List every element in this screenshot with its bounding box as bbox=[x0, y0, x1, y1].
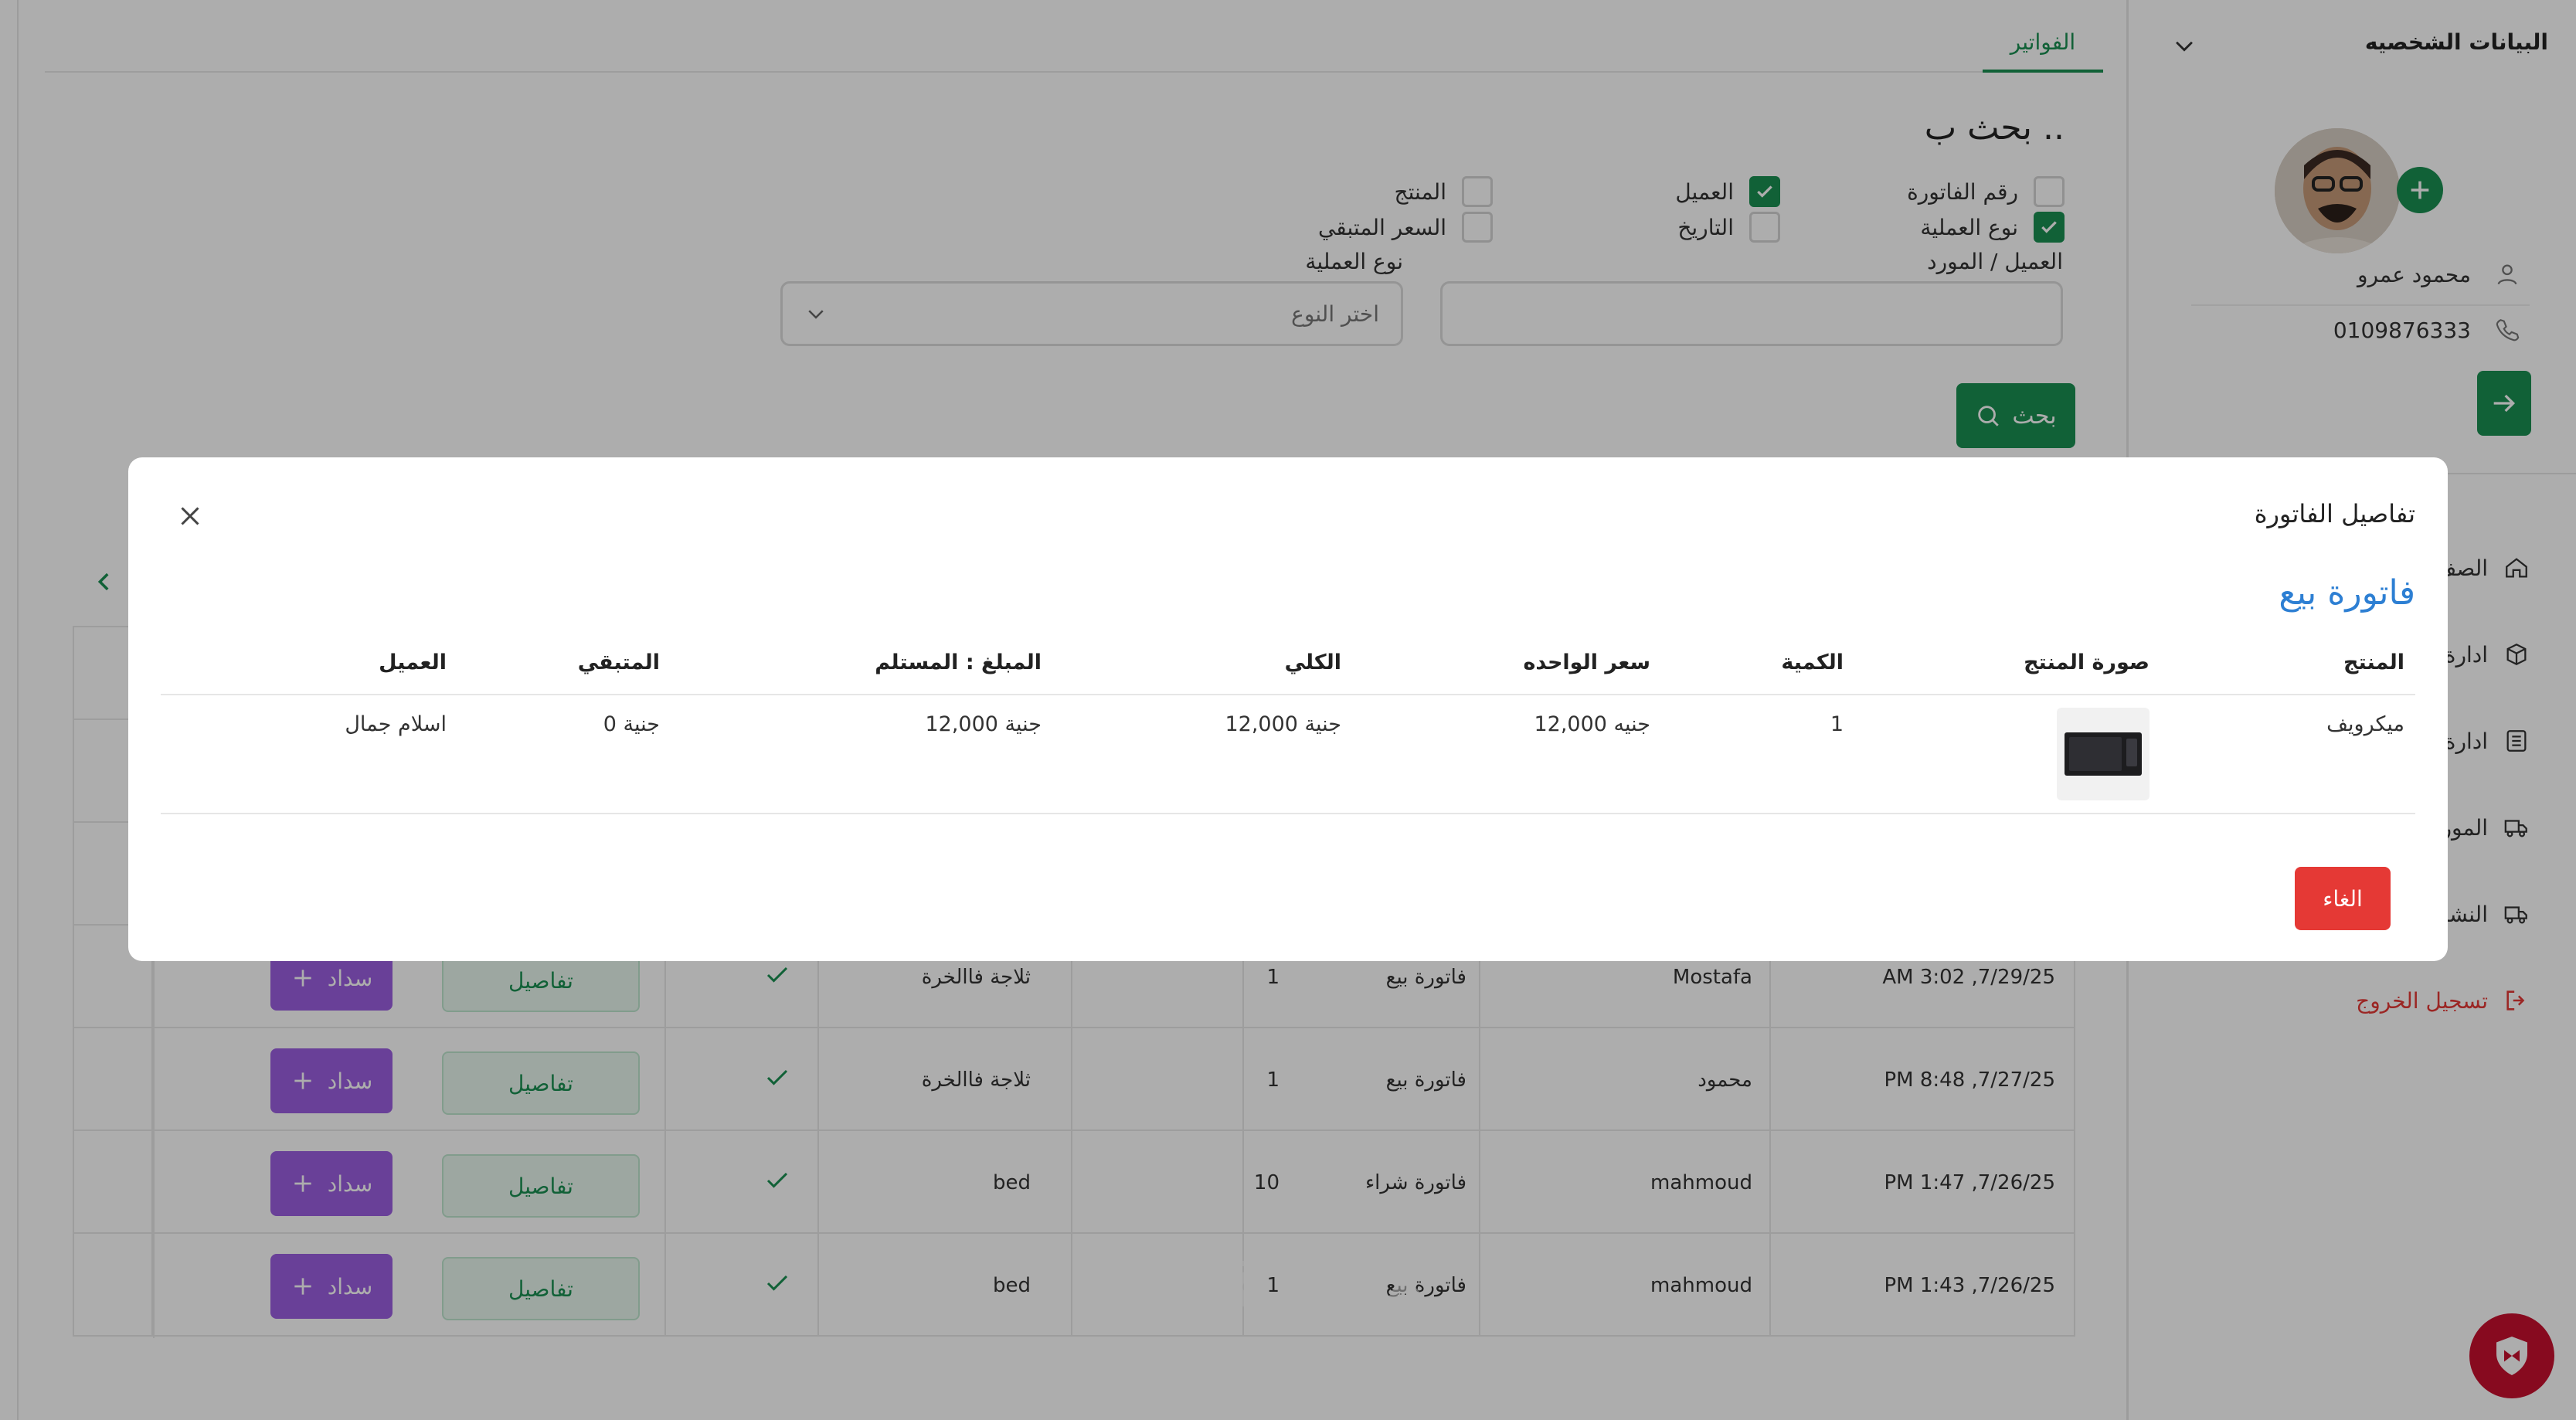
header-remaining: المتبقي bbox=[577, 651, 660, 674]
cell-quantity: 1 bbox=[1830, 712, 1844, 736]
cell-received: 12,000 جنية bbox=[925, 712, 1042, 736]
details-table-row: ميكرويف 1 12,000 جنيه 12,000 جنية 12,000… bbox=[161, 695, 2415, 814]
cell-product: ميكرويف bbox=[2326, 712, 2404, 736]
header-total: الكلي bbox=[1284, 651, 1341, 674]
cell-unit-price: 12,000 جنيه bbox=[1534, 712, 1650, 736]
cell-total: 12,000 جنية bbox=[1225, 712, 1341, 736]
header-unit-price: سعر الواحده bbox=[1523, 651, 1650, 674]
cell-remaining: 0 جنية bbox=[603, 712, 660, 736]
details-table-header: المنتج صورة المنتج الكمية سعر الواحده ال… bbox=[161, 630, 2415, 695]
close-icon[interactable] bbox=[176, 502, 204, 530]
invoice-details-modal: تفاصيل الفاتورة فاتورة بيع المنتج صورة ا… bbox=[128, 457, 2448, 961]
header-image: صورة المنتج bbox=[2024, 651, 2149, 674]
header-product: المنتج bbox=[2343, 651, 2404, 674]
microwave-image bbox=[2065, 732, 2142, 776]
header-quantity: الكمية bbox=[1781, 651, 1844, 674]
product-image bbox=[2057, 708, 2149, 800]
cell-client: اسلام جمال bbox=[345, 712, 447, 736]
header-client: العميل bbox=[379, 651, 447, 674]
modal-title: تفاصيل الفاتورة bbox=[2254, 499, 2415, 528]
header-received: المبلغ : المستلم bbox=[875, 651, 1042, 674]
cancel-button[interactable]: الغاء bbox=[2295, 867, 2391, 930]
invoice-type: فاتورة بيع bbox=[2279, 573, 2415, 613]
